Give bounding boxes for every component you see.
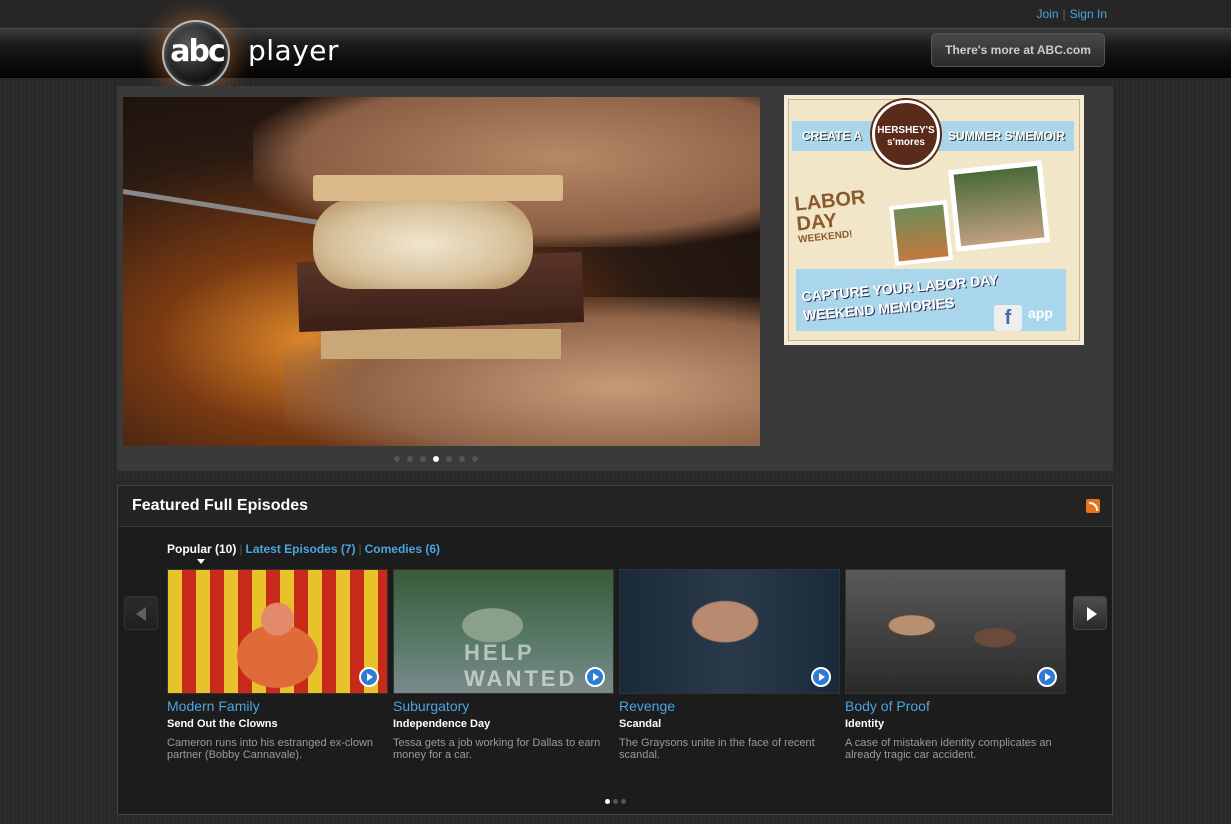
tab-separator: | <box>239 542 243 556</box>
ad-photo-family <box>947 160 1051 252</box>
hero-dot-1[interactable] <box>394 456 400 462</box>
more-at-abc-button[interactable]: There's more at ABC.com <box>931 33 1105 67</box>
carousel-prev-button[interactable] <box>124 596 158 630</box>
episode-description: Cameron runs into his estranged ex-clown… <box>167 737 374 761</box>
hero-dot-6[interactable] <box>459 456 465 462</box>
hero-video[interactable] <box>123 97 760 446</box>
hero-pagination <box>394 456 478 462</box>
episode-card[interactable]: HELP WANTED Suburgatory Independence Day… <box>393 569 614 761</box>
play-icon[interactable] <box>359 667 379 687</box>
episode-title: Scandal <box>619 718 662 730</box>
hero-dot-5[interactable] <box>446 456 452 462</box>
episode-description: Tessa gets a job working for Dallas to e… <box>393 737 601 761</box>
featured-header: Featured Full Episodes <box>118 486 1112 527</box>
show-title[interactable]: Modern Family <box>167 698 388 714</box>
episode-card[interactable]: Modern Family Send Out the Clowns Camero… <box>167 569 388 761</box>
ad-create-text: CREATE A <box>802 129 862 143</box>
episode-thumbnail[interactable] <box>167 569 388 694</box>
featured-tabs: Popular (10) | Latest Episodes (7) | Comedie… <box>167 542 440 556</box>
episode-carousel: Modern Family Send Out the Clowns Camero… <box>167 569 1067 761</box>
tab-comedies[interactable]: Comedies (6) <box>365 542 440 556</box>
ad-photo-kids <box>889 200 953 266</box>
ad-app-label: app <box>1028 305 1053 321</box>
tab-latest-episodes[interactable]: Latest Episodes (7) <box>245 542 355 556</box>
episode-thumbnail[interactable] <box>619 569 840 694</box>
join-link[interactable]: Join <box>1037 7 1059 21</box>
hero-dot-2[interactable] <box>407 456 413 462</box>
active-tab-indicator-icon <box>197 559 205 564</box>
show-title[interactable]: Revenge <box>619 698 840 714</box>
play-icon[interactable] <box>811 667 831 687</box>
tab-separator: | <box>358 542 362 556</box>
logo-text: abc <box>170 34 226 69</box>
hero-dot-4[interactable] <box>433 456 439 462</box>
separator: | <box>1062 7 1066 21</box>
marshmallow <box>313 199 533 289</box>
play-icon[interactable] <box>585 667 605 687</box>
rss-icon[interactable] <box>1086 499 1100 513</box>
facebook-icon: f <box>994 305 1022 331</box>
hero-panel: CREATE A SUMMER S'MEMOIR HERSHEY'S s'mor… <box>117 86 1113 471</box>
carousel-pagination <box>605 799 626 804</box>
episode-title: Independence Day <box>393 718 491 730</box>
ad-memoir-text: SUMMER S'MEMOIR <box>948 129 1065 143</box>
logo-subtitle: player <box>248 34 340 67</box>
episode-card[interactable]: Revenge Scandal The Graysons unite in th… <box>619 569 840 761</box>
graham-cracker-bottom <box>321 329 561 359</box>
hero-dot-7[interactable] <box>472 456 478 462</box>
hersheys-ad[interactable]: CREATE A SUMMER S'MEMOIR HERSHEY'S s'mor… <box>784 95 1084 345</box>
ad-labor-day: LABOR DAY WEEKEND! <box>793 186 870 245</box>
show-title[interactable]: Suburgatory <box>393 698 614 714</box>
featured-episodes-panel: Featured Full Episodes Popular (10) | Late… <box>117 485 1113 815</box>
episode-title: Identity <box>845 718 885 730</box>
hersheys-smores-badge: HERSHEY'S s'mores <box>872 100 940 168</box>
featured-title: Featured Full Episodes <box>132 497 309 514</box>
carousel-dot-3[interactable] <box>621 799 626 804</box>
episode-card[interactable]: Body of Proof Identity A case of mistake… <box>845 569 1066 761</box>
tab-popular[interactable]: Popular (10) <box>167 542 236 556</box>
auth-links: Join | Sign In <box>1037 7 1108 21</box>
carousel-next-button[interactable] <box>1073 596 1107 630</box>
play-icon[interactable] <box>1037 667 1057 687</box>
episode-description: The Graysons unite in the face of recent… <box>619 737 815 761</box>
hero-dot-3[interactable] <box>420 456 426 462</box>
badge-line-1: HERSHEY'S <box>877 125 935 136</box>
carousel-dot-1[interactable] <box>605 799 610 804</box>
episode-title: Send Out the Clowns <box>167 718 278 730</box>
show-title[interactable]: Body of Proof <box>845 698 1066 714</box>
episode-description: A case of mistaken identity complicates … <box>845 737 1052 761</box>
episode-thumbnail[interactable]: HELP WANTED <box>393 569 614 694</box>
graham-cracker-top <box>313 175 563 201</box>
badge-line-2: s'mores <box>887 137 925 148</box>
episode-thumbnail[interactable] <box>845 569 1066 694</box>
carousel-dot-2[interactable] <box>613 799 618 804</box>
sign-in-link[interactable]: Sign In <box>1070 7 1107 21</box>
